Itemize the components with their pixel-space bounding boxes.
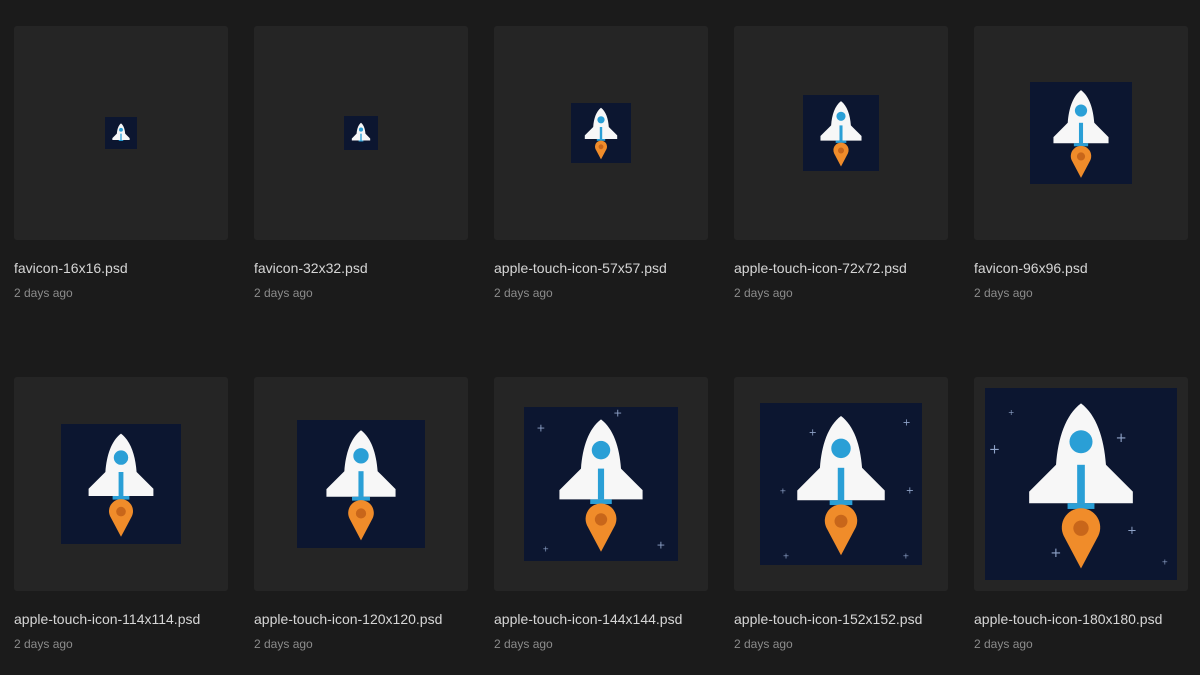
svg-text:+: + xyxy=(656,539,665,552)
rocket-icon xyxy=(297,420,425,548)
svg-text:+: + xyxy=(906,486,914,497)
svg-text:+: + xyxy=(989,442,1000,457)
file-card[interactable]: + + + + apple-touch-icon-144x144.psd 2 d… xyxy=(494,377,708,651)
file-card[interactable]: + + + + + + apple-touch-icon-152x152.psd… xyxy=(734,377,948,651)
svg-text:+: + xyxy=(1050,546,1061,561)
file-modified: 2 days ago xyxy=(14,637,73,651)
file-thumbnail[interactable] xyxy=(974,26,1188,240)
file-name[interactable]: apple-touch-icon-57x57.psd xyxy=(494,260,667,276)
rocket-icon xyxy=(61,424,181,544)
svg-text:+: + xyxy=(809,427,817,438)
svg-text:+: + xyxy=(536,422,545,435)
file-modified: 2 days ago xyxy=(974,637,1033,651)
file-thumbnail[interactable] xyxy=(254,26,468,240)
file-name[interactable]: apple-touch-icon-114x114.psd xyxy=(14,611,200,627)
file-card[interactable]: favicon-16x16.psd 2 days ago xyxy=(14,26,228,300)
file-thumbnail[interactable] xyxy=(14,377,228,591)
file-name[interactable]: favicon-16x16.psd xyxy=(14,260,128,276)
svg-text:+: + xyxy=(1008,408,1014,417)
svg-text:+: + xyxy=(779,486,786,496)
file-thumbnail[interactable]: + + + + + + xyxy=(734,377,948,591)
file-modified: 2 days ago xyxy=(734,286,793,300)
file-modified: 2 days ago xyxy=(254,286,313,300)
file-name[interactable]: apple-touch-icon-180x180.psd xyxy=(974,611,1162,627)
file-thumbnail[interactable] xyxy=(254,377,468,591)
file-card[interactable]: apple-touch-icon-114x114.psd 2 days ago xyxy=(14,377,228,651)
rocket-icon xyxy=(571,103,631,163)
rocket-icon: + + + + xyxy=(524,407,678,561)
svg-text:+: + xyxy=(903,418,911,429)
rocket-icon xyxy=(1030,82,1132,184)
file-thumbnail[interactable]: + + + + + + xyxy=(974,377,1188,591)
file-grid: favicon-16x16.psd 2 days ago favicon-32x… xyxy=(0,0,1200,675)
svg-text:+: + xyxy=(1116,431,1127,446)
file-card[interactable]: favicon-32x32.psd 2 days ago xyxy=(254,26,468,300)
rocket-icon xyxy=(105,117,137,149)
file-modified: 2 days ago xyxy=(494,637,553,651)
svg-text:+: + xyxy=(613,407,622,419)
file-name[interactable]: apple-touch-icon-152x152.psd xyxy=(734,611,922,627)
file-thumbnail[interactable]: + + + + xyxy=(494,377,708,591)
file-card[interactable]: + + + + + + apple-touch-icon-180x180.psd… xyxy=(974,377,1188,651)
file-name[interactable]: apple-touch-icon-120x120.psd xyxy=(254,611,442,627)
svg-text:+: + xyxy=(1127,523,1137,537)
file-card[interactable]: apple-touch-icon-57x57.psd 2 days ago xyxy=(494,26,708,300)
svg-text:+: + xyxy=(903,551,910,561)
file-card[interactable]: apple-touch-icon-72x72.psd 2 days ago xyxy=(734,26,948,300)
file-modified: 2 days ago xyxy=(14,286,73,300)
file-modified: 2 days ago xyxy=(494,286,553,300)
file-name[interactable]: apple-touch-icon-144x144.psd xyxy=(494,611,682,627)
file-thumbnail[interactable] xyxy=(494,26,708,240)
file-name[interactable]: apple-touch-icon-72x72.psd xyxy=(734,260,907,276)
rocket-icon: + + + + + + xyxy=(760,403,922,565)
svg-text:+: + xyxy=(783,551,790,561)
rocket-icon xyxy=(344,116,378,150)
file-card[interactable]: favicon-96x96.psd 2 days ago xyxy=(974,26,1188,300)
file-modified: 2 days ago xyxy=(974,286,1033,300)
file-name[interactable]: favicon-32x32.psd xyxy=(254,260,368,276)
rocket-icon xyxy=(803,95,879,171)
rocket-icon: + + + + + + xyxy=(985,388,1177,580)
file-card[interactable]: apple-touch-icon-120x120.psd 2 days ago xyxy=(254,377,468,651)
svg-text:+: + xyxy=(1162,558,1168,567)
file-thumbnail[interactable] xyxy=(734,26,948,240)
file-thumbnail[interactable] xyxy=(14,26,228,240)
file-name[interactable]: favicon-96x96.psd xyxy=(974,260,1088,276)
svg-text:+: + xyxy=(542,545,548,554)
file-modified: 2 days ago xyxy=(254,637,313,651)
file-modified: 2 days ago xyxy=(734,637,793,651)
